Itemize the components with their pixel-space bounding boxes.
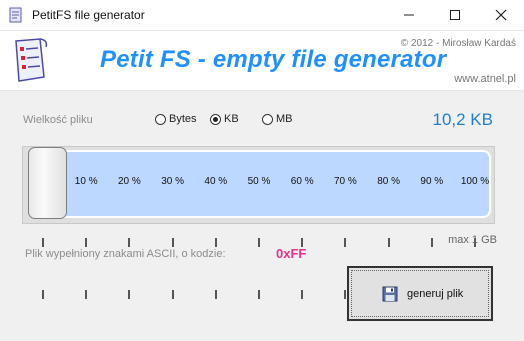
radio-dot-selected xyxy=(210,113,221,125)
slider-tick-label: 10 % xyxy=(74,176,98,187)
slider-tick-bottom xyxy=(258,290,260,299)
unit-radio-bytes[interactable]: Bytes xyxy=(155,113,197,125)
page-title: Petit FS - empty file generator xyxy=(100,46,447,73)
slider-tick-top xyxy=(214,238,217,247)
generate-file-button[interactable]: generuj plik xyxy=(347,266,493,321)
slider-tick-label: 40 % xyxy=(204,176,228,187)
fill-char-code: 0xFF xyxy=(276,246,307,261)
title-bar: PetitFS file generator xyxy=(0,0,524,31)
slider-tick-label: 60 % xyxy=(290,176,314,187)
slider-tick-bottom xyxy=(301,290,304,299)
slider-tick-label: 50 % xyxy=(247,176,271,187)
slider-tick-top xyxy=(344,238,347,247)
file-size-label: Wielkość pliku xyxy=(23,114,93,126)
window-title: PetitFS file generator xyxy=(32,8,145,22)
close-button[interactable] xyxy=(478,0,524,30)
unit-radio-label: KB xyxy=(224,113,239,125)
floppy-disk-icon xyxy=(382,286,398,302)
file-list-logo-icon xyxy=(15,38,48,82)
unit-radio-mb[interactable]: MB xyxy=(262,113,293,125)
unit-radio-label: Bytes xyxy=(169,113,197,125)
slider-tick-label: 80 % xyxy=(377,176,400,187)
slider-tick-top xyxy=(258,238,260,247)
slider-tick-top xyxy=(42,238,44,247)
slider-thumb[interactable] xyxy=(28,147,67,219)
slider-tick-top xyxy=(430,238,433,247)
maximize-button[interactable] xyxy=(432,0,478,30)
unit-radio-label: MB xyxy=(276,113,293,125)
slider-tick-label: 90 % xyxy=(420,176,444,187)
slider-tick-bottom xyxy=(42,290,44,299)
slider-tick-bottom xyxy=(171,290,174,299)
unit-radio-kb[interactable]: KB xyxy=(210,113,239,125)
close-icon xyxy=(495,9,507,21)
generate-button-label: generuj plik xyxy=(407,288,464,300)
slider-tick-bottom xyxy=(214,290,217,299)
slider-tick-label: 30 % xyxy=(161,176,184,187)
fill-char-label: Plik wypełniony znakami ASCII, o kodzie: xyxy=(25,248,226,260)
slider-tick-bottom xyxy=(85,290,88,299)
slider-tick-top xyxy=(387,238,390,247)
radio-dot xyxy=(262,113,273,125)
slider-tick-label: 20 % xyxy=(117,176,141,187)
slider-tick-bottom xyxy=(128,290,131,299)
slider-tick-top xyxy=(171,238,174,247)
app-icon xyxy=(9,7,22,23)
radio-dot xyxy=(155,113,166,125)
max-size-label: max 1 GB xyxy=(448,234,497,246)
slider-tick-top xyxy=(128,238,131,247)
maximize-icon xyxy=(450,10,460,20)
website-link[interactable]: www.atnel.pl xyxy=(454,73,516,85)
file-size-value: 10,2 KB xyxy=(432,110,494,129)
slider-tick-label: 100 % xyxy=(460,176,490,187)
slider-tick-label: 70 % xyxy=(333,176,357,187)
minimize-button[interactable] xyxy=(386,0,432,30)
minimize-icon xyxy=(404,14,414,16)
main-panel: Wielkość pliku Bytes KB MB 10,2 KB 0 %10… xyxy=(0,90,524,341)
slider-tick-top xyxy=(85,238,88,247)
header-banner: © 2012 - Mirosław Kardaś Petit FS - empt… xyxy=(0,31,524,90)
